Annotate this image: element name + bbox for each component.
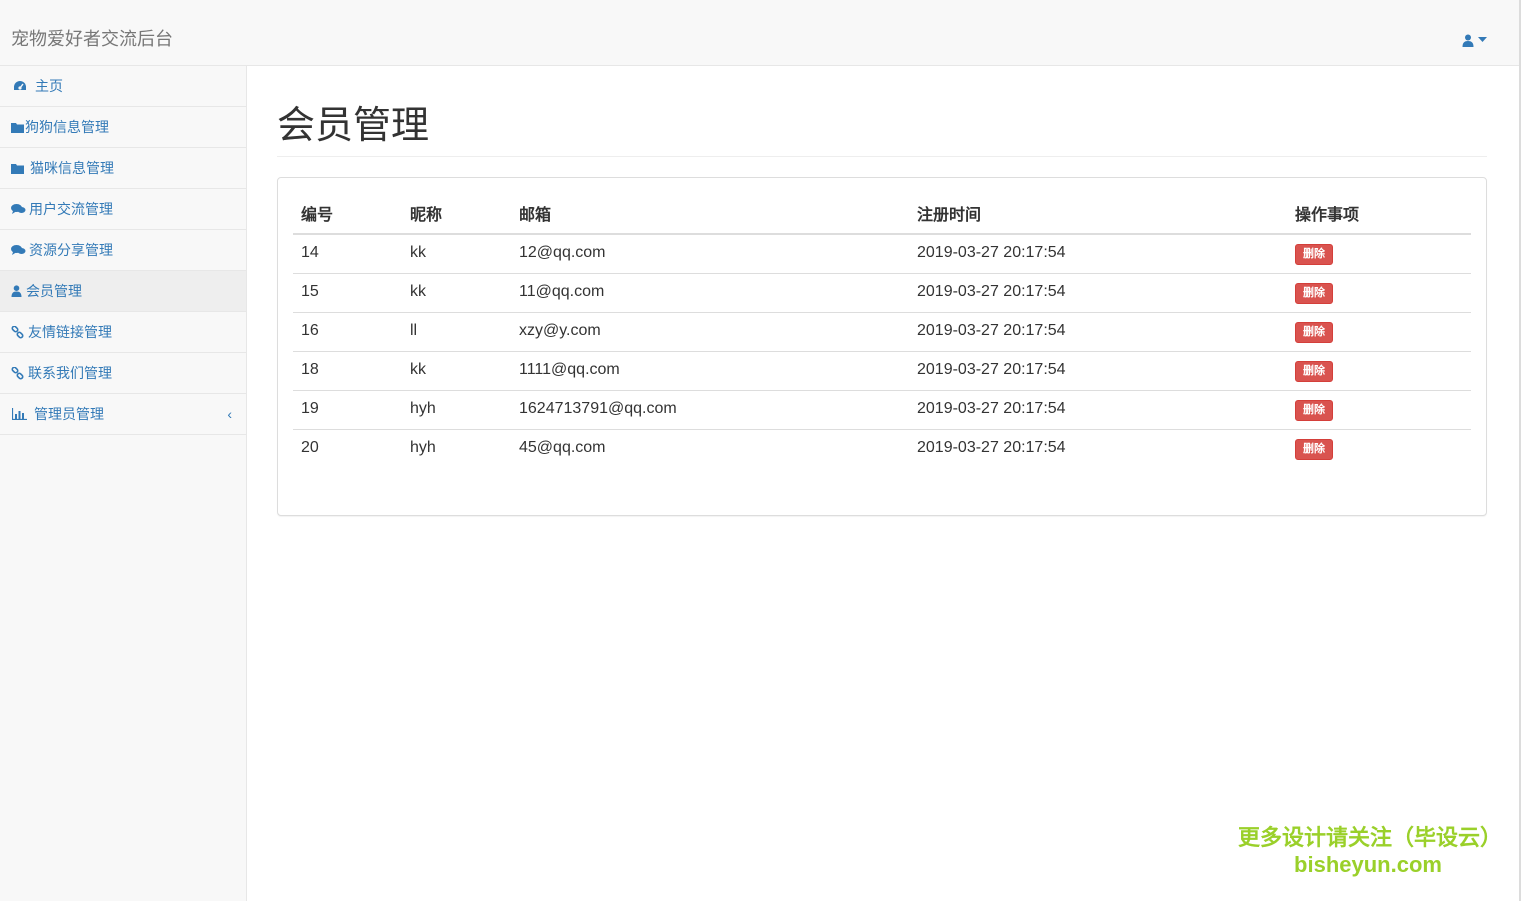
- cell-email: 11@qq.com: [511, 273, 909, 313]
- cell-register-time: 2019-03-27 20:17:54: [909, 351, 1287, 391]
- cell-register-time: 2019-03-27 20:17:54: [909, 312, 1287, 352]
- delete-button[interactable]: 删除: [1295, 283, 1333, 304]
- main-content: 会员管理 编号 昵称 邮箱 注册时间 操作事项 14 kk 12@qq.com …: [277, 66, 1487, 516]
- cell-nickname: kk: [410, 244, 426, 261]
- sidebar-item-label: 主页: [35, 78, 63, 94]
- link-icon: [11, 366, 27, 380]
- bar-chart-icon: [12, 407, 28, 421]
- sidebar-item-label: 联系我们管理: [28, 365, 112, 381]
- cell-email: 12@qq.com: [519, 244, 606, 261]
- cell-nickname: kk: [402, 273, 511, 313]
- brand-title[interactable]: 宠物爱好者交流后台: [11, 28, 173, 50]
- sidebar-item-cat-info[interactable]: 猫咪信息管理: [0, 148, 246, 189]
- user-icon: [11, 284, 26, 298]
- members-panel: 编号 昵称 邮箱 注册时间 操作事项 14 kk 12@qq.com 2019-…: [277, 177, 1487, 516]
- table-row: 15 kk 11@qq.com 2019-03-27 20:17:54 删除: [293, 273, 1471, 313]
- members-table: 编号 昵称 邮箱 注册时间 操作事项 14 kk 12@qq.com 2019-…: [293, 193, 1471, 469]
- delete-button[interactable]: 删除: [1295, 361, 1333, 382]
- cell-actions: 删除: [1287, 351, 1471, 391]
- sidebar-item-home[interactable]: 主页: [0, 66, 246, 107]
- table-header-row: 编号 昵称 邮箱 注册时间 操作事项: [293, 193, 1471, 235]
- page-title: 会员管理: [277, 105, 430, 147]
- cell-id: 14: [301, 244, 319, 261]
- column-header-email: 邮箱: [511, 193, 909, 235]
- column-header-register-time: 注册时间: [909, 193, 1287, 235]
- sidebar-item-contact-us[interactable]: 联系我们管理: [0, 353, 246, 394]
- table-row: 16 ll xzy@y.com 2019-03-27 20:17:54 删除: [293, 312, 1471, 352]
- cell-email: xzy@y.com: [511, 312, 909, 352]
- dashboard-icon: [13, 79, 29, 93]
- caret-down-icon: [1478, 37, 1487, 43]
- top-navbar: 宠物爱好者交流后台: [0, 0, 1519, 66]
- sidebar-item-label: 狗狗信息管理: [25, 119, 109, 135]
- cell-register-time: 2019-03-27 20:17:54: [909, 273, 1287, 313]
- sidebar: 主页 狗狗信息管理 猫咪信息管理 用户交流管理 资源分享管理 会员管理 友情链接…: [0, 66, 247, 901]
- watermark-line2: bisheyun.com: [1294, 852, 1442, 877]
- table-row: 18 kk 1111@qq.com 2019-03-27 20:17:54 删除: [293, 351, 1471, 391]
- sidebar-item-resource-share[interactable]: 资源分享管理: [0, 230, 246, 271]
- sidebar-item-label: 用户交流管理: [29, 201, 113, 217]
- sidebar-item-admins[interactable]: 管理员管理 ‹: [0, 394, 246, 435]
- comments-icon: [11, 202, 27, 216]
- cell-email: 1624713791@qq.com: [511, 390, 909, 430]
- cell-email: 45@qq.com: [511, 429, 909, 469]
- delete-button[interactable]: 删除: [1295, 439, 1333, 460]
- delete-button[interactable]: 删除: [1295, 322, 1333, 343]
- folder-icon: [11, 161, 27, 175]
- sidebar-item-dog-info[interactable]: 狗狗信息管理: [0, 107, 246, 148]
- cell-id: 19: [293, 390, 402, 430]
- link-icon: [11, 325, 27, 339]
- cell-id: 18: [293, 351, 402, 391]
- cell-nickname: hyh: [402, 390, 511, 430]
- cell-register-time: 2019-03-27 20:17:54: [909, 390, 1287, 430]
- user-icon: [1462, 34, 1474, 47]
- sidebar-item-label: 会员管理: [26, 283, 82, 299]
- sidebar-item-user-exchange[interactable]: 用户交流管理: [0, 189, 246, 230]
- delete-button[interactable]: 删除: [1295, 400, 1333, 421]
- sidebar-item-label: 资源分享管理: [29, 242, 113, 258]
- user-dropdown-toggle[interactable]: [1462, 31, 1487, 49]
- cell-id: 20: [293, 429, 402, 469]
- cell-actions: 删除: [1287, 429, 1471, 469]
- chevron-left-icon[interactable]: ‹: [227, 406, 232, 422]
- sidebar-item-members[interactable]: 会员管理: [0, 271, 246, 312]
- sidebar-item-friend-links[interactable]: 友情链接管理: [0, 312, 246, 353]
- page: 宠物爱好者交流后台 主页 狗狗信息管理 猫咪信息管理 用户交流管理 资源分享管理…: [0, 0, 1521, 901]
- table-row: 19 hyh 1624713791@qq.com 2019-03-27 20:1…: [293, 390, 1471, 430]
- cell-nickname: kk: [402, 351, 511, 391]
- cell-id: 15: [293, 273, 402, 313]
- cell-register-time: 2019-03-27 20:17:54: [909, 429, 1287, 469]
- sidebar-item-label: 友情链接管理: [28, 324, 112, 340]
- cell-email: 1111@qq.com: [511, 351, 909, 391]
- cell-actions: 删除: [1287, 273, 1471, 313]
- sidebar-item-label: 猫咪信息管理: [30, 160, 114, 176]
- watermark: 更多设计请关注（毕设云） bisheyun.com: [1238, 824, 1503, 878]
- cell-actions: 删除: [1287, 390, 1471, 430]
- cell-register-time: 2019-03-27 20:17:54: [917, 244, 1066, 261]
- cell-id: 16: [293, 312, 402, 352]
- delete-button[interactable]: 删除: [1295, 244, 1333, 265]
- column-header-actions: 操作事项: [1287, 193, 1471, 235]
- cell-nickname: ll: [402, 312, 511, 352]
- table-row: 20 hyh 45@qq.com 2019-03-27 20:17:54 删除: [293, 429, 1471, 469]
- comments-icon: [11, 243, 27, 257]
- cell-actions: 删除: [1287, 312, 1471, 352]
- sidebar-item-label: 管理员管理: [34, 406, 104, 422]
- folder-icon: [11, 120, 25, 134]
- table-row: 14 kk 12@qq.com 2019-03-27 20:17:54 删除: [293, 234, 1471, 274]
- watermark-line1: 更多设计请关注（毕设云）: [1238, 825, 1503, 850]
- column-header-id: 编号: [293, 193, 402, 235]
- cell-actions: 删除: [1287, 234, 1471, 274]
- column-header-nickname: 昵称: [402, 193, 511, 235]
- cell-nickname: hyh: [402, 429, 511, 469]
- page-header: 会员管理: [277, 104, 1487, 157]
